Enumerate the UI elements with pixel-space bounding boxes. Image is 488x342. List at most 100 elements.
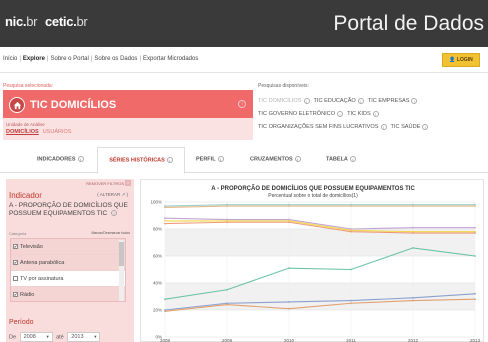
unit-of-analysis-box: Unidade de Análise DOMICÍLIOS USUÁRIOS (3, 118, 253, 140)
available-survey-item[interactable]: TIC SAÚDE i (391, 121, 429, 134)
info-icon[interactable]: i (238, 100, 246, 108)
data-point (474, 232, 476, 234)
selected-survey-title: TIC DOMICÍLIOS (30, 99, 117, 111)
unit-domicilios-link[interactable]: DOMICÍLIOS (6, 129, 39, 135)
nav-separator: | (139, 56, 141, 62)
period-selector: De 2008 ▼ até 2013 ▼ (9, 332, 102, 342)
category-item[interactable]: ✔ Televisão (11, 239, 125, 255)
tab-series-historicas[interactable]: SÉRIES HISTÓRICAS i (97, 147, 185, 174)
chart-panel: A - PROPORÇÃO DE DOMICÍLIOS QUE POSSUEM … (140, 179, 484, 342)
info-icon[interactable]: i (166, 157, 173, 163)
tab-label: PERFIL (196, 156, 216, 163)
info-icon[interactable]: i (372, 110, 379, 117)
series-line (164, 205, 475, 208)
category-checkbox[interactable]: ✔ (13, 260, 18, 265)
tab-tabela[interactable]: TABELA i (326, 156, 356, 162)
data-point (288, 307, 290, 310)
nav-bar: Início | Explore | Sobre o Portal | Sobre os D… (0, 47, 488, 73)
category-checkbox[interactable]: ✔ (13, 244, 18, 249)
nic-br-logo[interactable]: nic.br (5, 14, 37, 29)
data-point (412, 205, 414, 207)
available-survey-item[interactable]: TIC EMPRESAS i (368, 95, 418, 108)
category-label: Categoria (9, 231, 27, 236)
info-icon[interactable]: i (294, 156, 301, 162)
selected-survey-label: Pesquisa selecionada: (3, 83, 54, 89)
line-chart[interactable]: 0%20%40%60%80%100%2008 2009 2010 2011 2012 20… (141, 180, 485, 342)
y-tick-label: 100% (150, 200, 162, 205)
nav-link[interactable]: Explore (23, 56, 45, 62)
info-icon[interactable]: i (337, 110, 344, 117)
available-survey-item[interactable]: TIC ORGANIZAÇÕES SEM FINS LUCRATIVOS i (258, 121, 387, 134)
data-point (288, 267, 290, 270)
period-heading: Período (9, 319, 34, 326)
available-surveys-label: Pesquisas disponíveis: (258, 83, 309, 89)
toggle-all-categories-link[interactable]: Marcar/Desmarcar todos (91, 231, 130, 235)
data-point (288, 301, 290, 303)
data-point (412, 296, 414, 299)
nav-links: Início | Explore | Sobre o Portal | Sobre os D… (3, 56, 198, 62)
login-button[interactable]: 👤 LOGIN (442, 53, 480, 67)
unit-of-analysis-options: DOMICÍLIOS USUÁRIOS (6, 129, 71, 135)
info-icon[interactable]: i (411, 97, 418, 104)
data-point (350, 299, 352, 302)
data-point (164, 298, 166, 301)
data-point (288, 205, 290, 207)
info-icon[interactable]: i (349, 156, 356, 162)
user-icon: 👤 (449, 57, 456, 63)
info-icon[interactable]: i (380, 123, 387, 130)
category-item[interactable]: ✔ Rádio (11, 287, 125, 301)
unit-of-analysis-label: Unidade de Análise (6, 122, 45, 127)
info-icon[interactable]: i (303, 97, 310, 104)
period-to-select[interactable]: 2013 ▼ (67, 332, 101, 342)
available-survey-item[interactable]: TIC KIDS i (347, 108, 379, 121)
info-icon[interactable]: i (357, 97, 364, 104)
portal-title: Portal de Dados (333, 12, 484, 35)
tab-indicadores[interactable]: INDICADORES i (37, 156, 84, 162)
home-icon (9, 97, 25, 113)
unit-usuarios-link[interactable]: USUÁRIOS (43, 129, 72, 135)
period-to-value: 2013 (71, 334, 84, 340)
data-point (412, 299, 414, 302)
available-survey-label: TIC KIDS (347, 111, 371, 117)
logo-text: nic. (5, 14, 27, 29)
category-item[interactable]: ✔ Antena parabólica (11, 255, 125, 271)
nav-link[interactable]: Sobre o Portal (50, 56, 88, 62)
data-point (474, 255, 476, 257)
info-icon[interactable]: i (77, 156, 84, 162)
data-point (226, 288, 228, 291)
available-survey-item[interactable]: TIC EDUCAÇÃO i (314, 95, 364, 108)
category-item[interactable]: TV por assinatura (11, 271, 125, 287)
info-icon[interactable]: i (217, 156, 224, 162)
tab-perfil[interactable]: PERFIL i (196, 156, 224, 162)
y-tick-label: 40% (153, 281, 162, 286)
tab-label: INDICADORES (37, 156, 76, 163)
remove-filters-link[interactable]: REMOVER FILTROS (86, 181, 124, 186)
category-checkbox[interactable] (13, 276, 18, 281)
available-survey-label: TIC ORGANIZAÇÕES SEM FINS LUCRATIVOS (258, 124, 379, 130)
nav-link[interactable]: Sobre os Dados (94, 56, 137, 62)
tab-cruzamentos[interactable]: CRUZAMENTOS i (250, 156, 301, 162)
data-point (164, 222, 166, 225)
available-survey-item[interactable]: TIC GOVERNO ELETRÔNICO i (258, 108, 344, 121)
filters-panel: REMOVER FILTROS × Indicador ( ALTERAR ↗ … (6, 179, 134, 342)
info-icon[interactable]: i (422, 123, 429, 130)
category-scrollbar[interactable] (119, 240, 124, 301)
nav-link[interactable]: Início (3, 56, 17, 62)
data-point (412, 247, 414, 249)
cetic-br-logo[interactable]: cetic.br (45, 14, 88, 29)
tab-label: CRUZAMENTOS (250, 156, 293, 163)
available-survey-item[interactable]: TIC DOMICÍLIOS i (258, 95, 310, 108)
available-survey-label: TIC SAÚDE (390, 124, 421, 130)
close-icon[interactable]: × (125, 180, 131, 186)
data-point (226, 205, 228, 207)
change-indicator-link[interactable]: ( ALTERAR ↗ ) (97, 192, 128, 198)
period-from-select[interactable]: 2008 ▼ (19, 332, 53, 342)
scrollbar-thumb[interactable] (119, 242, 124, 266)
nav-separator: | (46, 56, 49, 62)
data-point (412, 232, 414, 234)
nav-link[interactable]: Exportar Microdados (143, 56, 198, 62)
category-checkbox[interactable]: ✔ (13, 292, 18, 297)
info-icon[interactable]: i (111, 210, 118, 217)
indicator-name: A - PROPORÇÃO DE DOMICÍLIOS QUE POSSUEM … (9, 202, 129, 218)
data-point (164, 206, 166, 209)
